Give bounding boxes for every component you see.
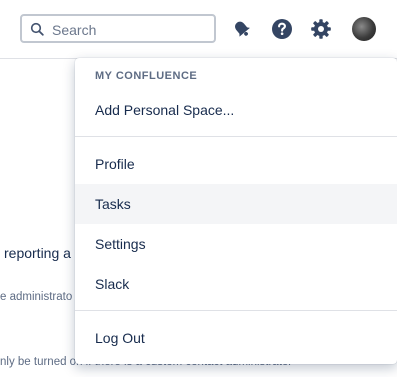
gear-icon[interactable]	[310, 18, 332, 40]
menu-item-settings[interactable]: Settings	[75, 224, 397, 264]
profile-dropdown-menu: MY CONFLUENCE Add Personal Space... Prof…	[75, 58, 397, 364]
menu-item-log-out[interactable]: Log Out	[75, 318, 397, 358]
avatar[interactable]	[352, 17, 376, 41]
search-icon	[30, 22, 44, 36]
search-placeholder: Search	[52, 22, 97, 38]
background-text-line: e administrato	[0, 291, 73, 303]
background-text-line: reporting a	[4, 245, 71, 261]
menu-item-profile[interactable]: Profile	[75, 144, 397, 184]
menu-item-add-personal-space[interactable]: Add Personal Space...	[75, 90, 397, 130]
menu-divider	[75, 136, 397, 137]
search-input[interactable]: Search	[20, 14, 216, 43]
help-icon[interactable]	[271, 18, 293, 40]
menu-divider	[75, 310, 397, 311]
menu-item-tasks[interactable]: Tasks	[75, 184, 397, 224]
page: reporting a e administrato nly be turned…	[0, 0, 397, 377]
menu-section-heading: MY CONFLUENCE	[95, 70, 198, 82]
bell-icon[interactable]	[231, 18, 253, 40]
top-header: Search	[0, 0, 397, 59]
menu-item-slack[interactable]: Slack	[75, 264, 397, 304]
